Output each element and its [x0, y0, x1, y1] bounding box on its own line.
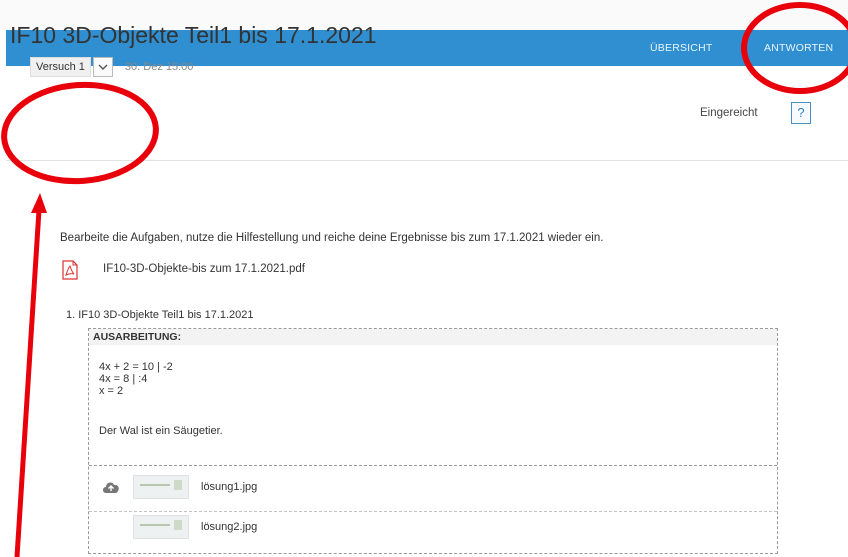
file-row[interactable]: lösung2.jpg	[89, 513, 777, 547]
answer-sentence: Der Wal ist ein Säugetier.	[99, 425, 223, 437]
nav-answers-tab[interactable]: ANTWORTEN	[764, 30, 833, 66]
answer-line: 4x = 8 | :4	[99, 373, 148, 385]
chevron-down-icon	[98, 64, 108, 70]
file-section-divider	[89, 465, 777, 466]
answer-line: x = 2	[99, 385, 124, 397]
answer-box: AUSARBEITUNG: 4x + 2 = 10 | -2 4x = 8 | …	[88, 328, 778, 554]
cloud-upload-icon	[103, 482, 119, 493]
pdf-file-icon	[62, 260, 78, 280]
header-divider	[6, 160, 848, 161]
attempt-selector: Versuch 1 30. Dez 15:00	[30, 56, 193, 78]
attempt-label[interactable]: Versuch 1	[30, 57, 91, 77]
nav-overview-tab[interactable]: ÜBERSICHT	[650, 30, 712, 66]
submission-status: Eingereicht	[700, 107, 758, 119]
assignment-instruction: Bearbeite die Aufgaben, nutze die Hilfes…	[60, 232, 604, 244]
file-name[interactable]: lösung2.jpg	[201, 521, 257, 533]
answer-heading: AUSARBEITUNG:	[89, 329, 777, 345]
attempt-date: 30. Dez 15:00	[124, 61, 194, 73]
answer-equations: 4x + 2 = 10 | -2 4x = 8 | :4 x = 2	[99, 361, 173, 397]
file-name[interactable]: lösung1.jpg	[201, 481, 257, 493]
attempt-dropdown-button[interactable]	[92, 57, 113, 77]
file-thumbnail[interactable]	[133, 515, 189, 539]
file-thumbnail[interactable]	[133, 475, 189, 499]
help-icon[interactable]: ?	[791, 102, 811, 124]
question-label: 1. IF10 3D-Objekte Teil1 bis 17.1.2021	[66, 309, 254, 321]
attachment-link[interactable]: IF10-3D-Objekte-bis zum 17.1.2021.pdf	[103, 263, 305, 275]
file-row[interactable]: lösung1.jpg	[89, 473, 777, 512]
assignment-title: IF10 3D-Objekte Teil1 bis 17.1.2021	[10, 22, 377, 48]
answer-line: 4x + 2 = 10 | -2	[99, 361, 173, 373]
